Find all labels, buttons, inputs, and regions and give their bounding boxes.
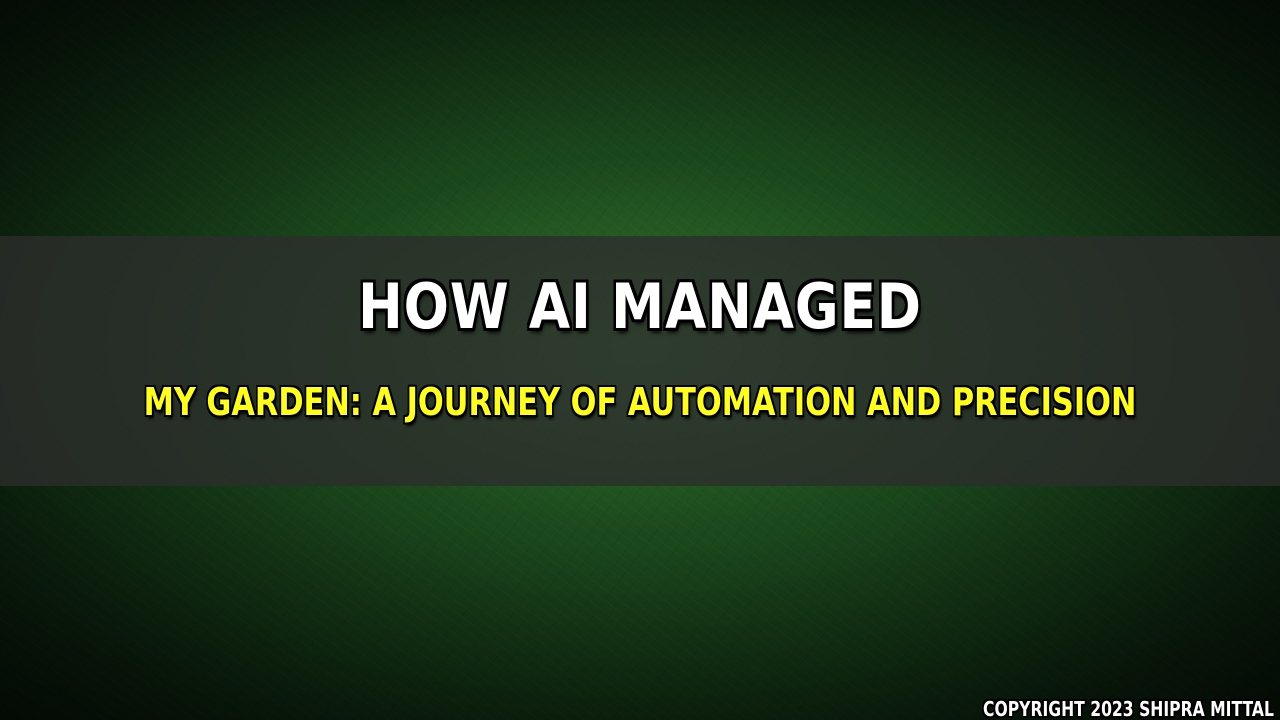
copyright-notice: COPYRIGHT 2023 SHIPRA MITTAL	[983, 697, 1274, 720]
main-title: HOW AI MANAGED	[358, 270, 922, 343]
thumbnail-canvas: HOW AI MANAGED MY GARDEN: A JOURNEY OF A…	[0, 0, 1280, 720]
subtitle: MY GARDEN: A JOURNEY OF AUTOMATION AND P…	[143, 380, 1137, 424]
